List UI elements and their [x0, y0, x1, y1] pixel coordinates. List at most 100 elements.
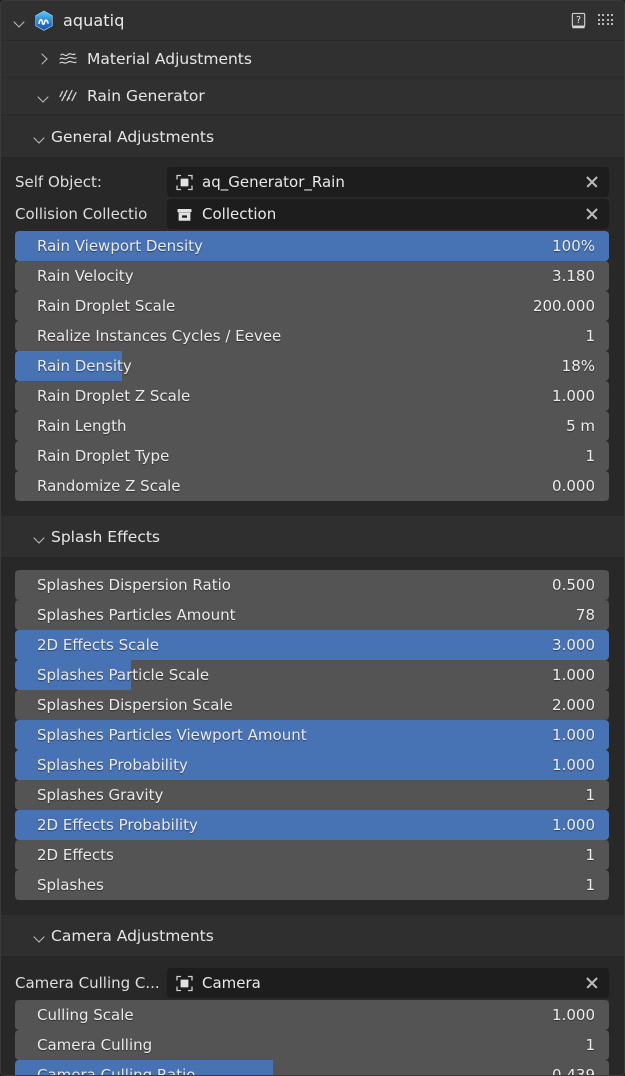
- property-label: Splashes Particles Amount: [15, 606, 236, 624]
- property-label: Splashes: [15, 876, 104, 894]
- property-value[interactable]: 0.000: [552, 477, 609, 495]
- property-value[interactable]: 78: [576, 606, 609, 624]
- property-row[interactable]: Splashes Particles Amount 78: [15, 600, 609, 630]
- property-value[interactable]: 3.000: [552, 636, 609, 654]
- property-label: Rain Length: [15, 417, 126, 435]
- property-row[interactable]: Realize Instances Cycles / Eevee 1: [15, 321, 609, 351]
- property-value[interactable]: 1.000: [552, 387, 609, 405]
- clear-camera-x-icon[interactable]: [583, 974, 601, 992]
- aquatiq-wave-hex-logo-icon: [33, 10, 55, 32]
- addon-expand-chevron-icon[interactable]: [11, 13, 27, 29]
- id-field-camera-culling-camera[interactable]: Camera Culling C... Camera: [15, 968, 609, 998]
- property-label: Camera Culling Ratio: [15, 1066, 195, 1076]
- property-label: Splashes Gravity: [15, 786, 163, 804]
- property-row[interactable]: Rain Length 5 m: [15, 411, 609, 441]
- addon-title: aquatiq: [63, 11, 124, 30]
- subpanel-label: Rain Generator: [87, 87, 205, 105]
- spacer: [1, 906, 624, 914]
- property-row[interactable]: Splashes Particle Scale 1.000: [15, 660, 609, 690]
- id-field-self-object[interactable]: Self Object: aq_Generator_Rain: [15, 167, 609, 197]
- section-body-camera-adjustments: Camera Culling C... Camera Culling S: [1, 957, 624, 1076]
- property-value[interactable]: 1: [585, 447, 609, 465]
- property-label: Camera Culling: [15, 1036, 152, 1054]
- camera-picker[interactable]: Camera: [167, 968, 609, 998]
- drag-grip-dots-icon[interactable]: [598, 14, 614, 27]
- property-value[interactable]: 3.180: [552, 267, 609, 285]
- property-value[interactable]: 2.000: [552, 696, 609, 714]
- property-value[interactable]: 1.000: [552, 1006, 609, 1024]
- collection-picker[interactable]: Collection: [167, 199, 609, 229]
- property-row[interactable]: Randomize Z Scale 0.000: [15, 471, 609, 501]
- chevron-right-icon[interactable]: [35, 51, 51, 67]
- property-row[interactable]: 2D Effects 1: [15, 840, 609, 870]
- section-header-splash-effects[interactable]: Splash Effects: [1, 515, 624, 558]
- property-row[interactable]: Rain Density 18%: [15, 351, 609, 381]
- clear-object-x-icon[interactable]: [583, 173, 601, 191]
- property-row[interactable]: 2D Effects Probability 1.000: [15, 810, 609, 840]
- subpanel-rain-generator[interactable]: Rain Generator: [1, 78, 624, 115]
- section-header-general-adjustments[interactable]: General Adjustments: [1, 115, 624, 158]
- svg-text:?: ?: [576, 14, 581, 25]
- property-value[interactable]: 1: [585, 846, 609, 864]
- camera-name: Camera: [202, 974, 583, 992]
- property-value[interactable]: 100%: [552, 237, 609, 255]
- property-row[interactable]: Camera Culling 1: [15, 1030, 609, 1060]
- object-picker[interactable]: aq_Generator_Rain: [167, 167, 609, 197]
- chevron-down-icon[interactable]: [31, 129, 47, 145]
- water-waves-icon: [57, 49, 79, 69]
- property-row[interactable]: Splashes 1: [15, 870, 609, 900]
- property-label: Rain Droplet Type: [15, 447, 169, 465]
- property-label: Randomize Z Scale: [15, 477, 181, 495]
- property-row[interactable]: 2D Effects Scale 3.000: [15, 630, 609, 660]
- property-value[interactable]: 1: [585, 786, 609, 804]
- property-value[interactable]: 1.000: [552, 816, 609, 834]
- property-row[interactable]: Rain Droplet Scale 200.000: [15, 291, 609, 321]
- object-name: aq_Generator_Rain: [202, 173, 583, 191]
- id-field-collision-collection[interactable]: Collision Collectio Collection: [15, 199, 609, 229]
- property-row[interactable]: Splashes Dispersion Ratio 0.500: [15, 570, 609, 600]
- property-value[interactable]: 0.439: [552, 1066, 609, 1076]
- property-value[interactable]: 1.000: [552, 726, 609, 744]
- property-row[interactable]: Rain Viewport Density 100%: [15, 231, 609, 261]
- property-value[interactable]: 1: [585, 876, 609, 894]
- property-label: Rain Density: [15, 357, 132, 375]
- property-label: Splashes Particle Scale: [15, 666, 209, 684]
- property-row[interactable]: Splashes Gravity 1: [15, 780, 609, 810]
- property-row[interactable]: Splashes Probability 1.000: [15, 750, 609, 780]
- section-label: Splash Effects: [51, 528, 160, 546]
- property-label: Rain Droplet Z Scale: [15, 387, 190, 405]
- id-field-label: Camera Culling C...: [15, 974, 167, 992]
- property-value[interactable]: 1.000: [552, 756, 609, 774]
- chevron-down-icon[interactable]: [31, 928, 47, 944]
- chevron-down-icon[interactable]: [35, 88, 51, 104]
- property-row[interactable]: Rain Droplet Z Scale 1.000: [15, 381, 609, 411]
- property-row[interactable]: Rain Droplet Type 1: [15, 441, 609, 471]
- property-row[interactable]: Splashes Dispersion Scale 2.000: [15, 690, 609, 720]
- object-bracket-icon: [174, 973, 195, 994]
- addon-header[interactable]: aquatiq ?: [1, 1, 624, 41]
- subpanel-material-adjustments[interactable]: Material Adjustments: [1, 41, 624, 78]
- section-header-camera-adjustments[interactable]: Camera Adjustments: [1, 914, 624, 957]
- property-value[interactable]: 1: [585, 1036, 609, 1054]
- id-field-label: Self Object:: [15, 173, 167, 191]
- property-value[interactable]: 1.000: [552, 666, 609, 684]
- subpanel-label: Material Adjustments: [87, 50, 252, 68]
- id-field-label: Collision Collectio: [15, 205, 167, 223]
- property-row[interactable]: Rain Velocity 3.180: [15, 261, 609, 291]
- property-value[interactable]: 5 m: [566, 417, 609, 435]
- property-row[interactable]: Camera Culling Ratio 0.439: [15, 1060, 609, 1076]
- manual-book-question-icon[interactable]: ?: [569, 11, 588, 31]
- rain-streaks-icon: [57, 86, 79, 106]
- section-body-general-adjustments: Self Object: aq_Generator_Rain Collision…: [1, 158, 624, 507]
- property-value[interactable]: 18%: [562, 357, 609, 375]
- property-label: 2D Effects: [15, 846, 114, 864]
- section-label: General Adjustments: [51, 128, 214, 146]
- property-value[interactable]: 1: [585, 327, 609, 345]
- property-row[interactable]: Splashes Particles Viewport Amount 1.000: [15, 720, 609, 750]
- collection-box-icon: [174, 204, 195, 225]
- property-value[interactable]: 0.500: [552, 576, 609, 594]
- clear-collection-x-icon[interactable]: [583, 205, 601, 223]
- chevron-down-icon[interactable]: [31, 529, 47, 545]
- property-value[interactable]: 200.000: [533, 297, 609, 315]
- property-row[interactable]: Culling Scale 1.000: [15, 1000, 609, 1030]
